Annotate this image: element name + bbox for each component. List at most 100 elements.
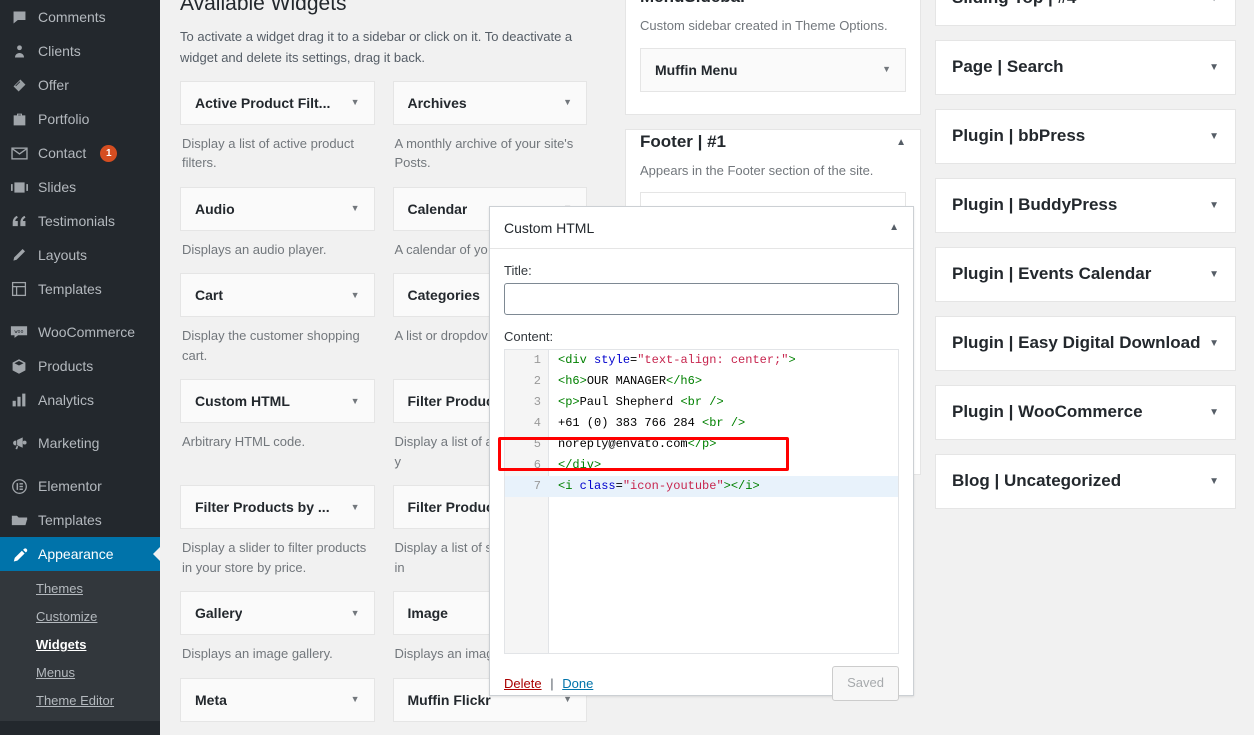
widget-card[interactable]: Filter Products by ... ▼ [180, 485, 375, 530]
submenu-item-customize[interactable]: Customize [0, 603, 160, 631]
sidebar-panel-header[interactable]: Footer | #1 ▲ [640, 130, 906, 153]
menu-separator [0, 306, 160, 315]
chevron-up-icon[interactable]: ▲ [889, 222, 899, 233]
save-button[interactable]: Saved [832, 666, 899, 701]
widget-card-description: Arbitrary HTML code. [182, 434, 306, 450]
code-line-2[interactable]: 2 <h6>OUR MANAGER</h6> [505, 371, 898, 392]
sidebar-panel-collapsed[interactable]: Plugin | bbPress ▼ [935, 109, 1236, 164]
chevron-down-icon[interactable]: ▼ [343, 98, 360, 107]
sidebar-item-comments[interactable]: Comments [0, 0, 160, 34]
code-text[interactable]: <p>Paul Shepherd <br /> [549, 392, 724, 413]
submenu-item-themes[interactable]: Themes [0, 575, 160, 603]
sidebar-panel-collapsed[interactable]: Plugin | BuddyPress ▼ [935, 178, 1236, 233]
sidebar-item-testimonials[interactable]: Testimonials [0, 204, 160, 238]
chevron-down-icon[interactable]: ▼ [1209, 62, 1219, 73]
custom-html-widget-dialog[interactable]: Custom HTML ▲ Title: Content: 1 <div styl… [489, 206, 914, 701]
widget-card-title: Archives [407, 94, 467, 111]
sidebar-item-templates[interactable]: Templates [0, 272, 160, 306]
line-number: 5 [533, 437, 541, 451]
code-line-7[interactable]: 7 <i class="icon-youtube"></i> [505, 476, 898, 497]
code-text[interactable]: <i class="icon-youtube"></i> [549, 476, 760, 497]
widget-card[interactable]: Gallery ▼ [180, 591, 375, 636]
chevron-down-icon[interactable]: ▼ [555, 98, 572, 107]
chevron-down-icon[interactable]: ▼ [343, 396, 360, 406]
code-text[interactable]: +61 (0) 383 766 284 <br /> [549, 413, 745, 434]
pencil-icon [9, 245, 29, 265]
chevron-up-icon[interactable]: ▲ [896, 131, 906, 148]
code-line-4[interactable]: 4 +61 (0) 383 766 284 <br /> [505, 413, 898, 434]
code-text[interactable]: <div style="text-align: center;"> [549, 350, 796, 371]
sidebar-item-appearance[interactable]: Appearance [0, 537, 160, 571]
sidebar-item-layouts[interactable]: Layouts [0, 238, 160, 272]
done-link[interactable]: Done [562, 676, 593, 691]
widget-card[interactable]: Active Product Filt... ▼ [180, 80, 375, 125]
chevron-down-icon[interactable]: ▼ [343, 695, 360, 704]
sidebar-item-templates[interactable]: Templates [0, 503, 160, 537]
widget-card-description: Use this widget on pages to display phot… [393, 722, 588, 735]
sidebar-item-clients[interactable]: Clients [0, 34, 160, 68]
dialog-header[interactable]: Custom HTML ▲ [490, 207, 913, 249]
sidebar-item-products[interactable]: Products [0, 349, 160, 383]
chevron-down-icon[interactable]: ▼ [1209, 200, 1219, 211]
chevron-down-icon[interactable]: ▼ [1209, 131, 1219, 142]
sidebar-panel-title: Sliding Top | #4 [952, 0, 1076, 8]
chevron-down-icon[interactable]: ▼ [1209, 476, 1219, 487]
code-line-5[interactable]: 5 noreply@envato.com</p> [505, 434, 898, 455]
sidebar-item-woocommerce[interactable]: woo WooCommerce [0, 315, 160, 349]
chevron-down-icon[interactable]: ▼ [1209, 407, 1219, 418]
submenu-item-widgets[interactable]: Widgets [0, 631, 160, 659]
code-line-3[interactable]: 3 <p>Paul Shepherd <br /> [505, 392, 898, 413]
chevron-down-icon[interactable]: ▼ [343, 204, 360, 213]
sidebar-item-elementor[interactable]: Elementor [0, 469, 160, 503]
chevron-down-icon[interactable]: ▼ [874, 65, 891, 74]
chevron-down-icon[interactable]: ▼ [343, 502, 360, 512]
sidebar-item-contact[interactable]: Contact 1 [0, 136, 160, 170]
widget-card[interactable]: Audio ▼ [180, 186, 375, 231]
widget-card[interactable]: Meta ▼ [180, 677, 375, 722]
widget-card[interactable]: Custom HTML ▼ [180, 379, 375, 424]
chevron-up-icon[interactable]: ▲ [896, 0, 906, 3]
appearance-submenu[interactable]: Themes Customize Widgets Menus Theme Editor [0, 571, 160, 721]
chevron-down-icon[interactable]: ▼ [1209, 0, 1219, 4]
submenu-item-menus[interactable]: Menus [0, 659, 160, 687]
available-widget-cell: Audio ▼ Displays an audio player. [180, 186, 393, 274]
sidebar-panel-collapsed[interactable]: Plugin | Events Calendar ▼ [935, 247, 1236, 302]
slides-icon [9, 177, 29, 197]
sidebar-panel-collapsed[interactable]: Blog | Uncategorized ▼ [935, 454, 1236, 509]
widget-card-title: Categories [407, 287, 480, 304]
sidebar-item-portfolio[interactable]: Portfolio [0, 102, 160, 136]
assigned-widget-card[interactable]: Muffin Menu ▼ [640, 47, 906, 92]
chevron-down-icon[interactable]: ▼ [1209, 269, 1219, 280]
widget-card-description: Display a list of active product filters… [182, 135, 354, 171]
sidebar-panel-collapsed[interactable]: Page | Search ▼ [935, 40, 1236, 95]
submenu-item-theme-editor[interactable]: Theme Editor [0, 687, 160, 715]
chevron-down-icon[interactable]: ▼ [343, 290, 360, 300]
widget-card[interactable]: Cart ▼ [180, 273, 375, 318]
sidebar-panel-header[interactable]: MenuSidebar ▲ [640, 0, 906, 8]
widget-card-description: Displays an image gallery. [182, 646, 333, 662]
html-code-editor[interactable]: 1 <div style="text-align: center;"> 2 <h6>O… [504, 349, 899, 654]
sidebar-item-analytics[interactable]: Analytics [0, 383, 160, 417]
code-text[interactable]: noreply@envato.com</p> [549, 434, 716, 455]
chevron-down-icon[interactable]: ▼ [1209, 338, 1219, 349]
code-line-1[interactable]: 1 <div style="text-align: center;"> [505, 350, 898, 371]
sidebar-item-label: WooCommerce [38, 324, 135, 340]
sidebar-panel-collapsed[interactable]: Plugin | WooCommerce ▼ [935, 385, 1236, 440]
sidebar-item-label: Layouts [38, 247, 88, 263]
chevron-down-icon[interactable]: ▼ [343, 608, 360, 618]
sidebar-item-offer[interactable]: Offer [0, 68, 160, 102]
code-line-6[interactable]: 6 </div> [505, 455, 898, 476]
admin-sidebar-menu[interactable]: Comments Clients Offer Portfolio Contact 1 Sli… [0, 0, 160, 735]
widget-title-input[interactable] [504, 283, 899, 315]
sidebar-item-label: Analytics [38, 392, 95, 408]
code-text[interactable]: <h6>OUR MANAGER</h6> [549, 371, 702, 392]
widget-card[interactable]: Archives ▼ [392, 80, 587, 125]
code-text[interactable]: </div> [549, 455, 601, 476]
delete-link[interactable]: Delete [504, 676, 542, 691]
sidebar-item-slides[interactable]: Slides [0, 170, 160, 204]
widget-card-title: Custom HTML [195, 393, 290, 410]
editor-code-lines[interactable]: 1 <div style="text-align: center;"> 2 <h6>O… [505, 350, 898, 497]
sidebar-panel-collapsed[interactable]: Sliding Top | #4 ▼ [935, 0, 1236, 26]
sidebar-item-marketing[interactable]: Marketing [0, 426, 160, 460]
sidebar-panel-collapsed[interactable]: Plugin | Easy Digital Download ▼ [935, 316, 1236, 371]
